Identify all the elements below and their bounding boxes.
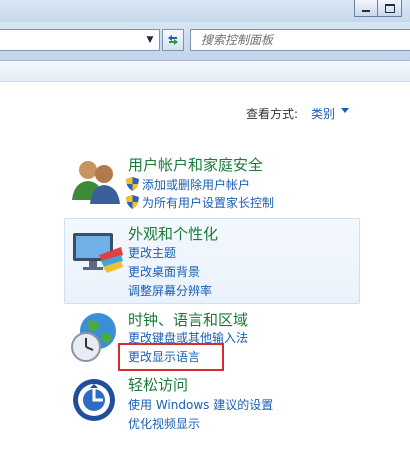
add-remove-users-link[interactable]: 添加或删除用户帐户 [126, 176, 251, 193]
view-by-label: 查看方式: [246, 107, 299, 121]
command-bar [0, 61, 410, 82]
shield-icon [126, 195, 139, 209]
ease-of-access-icon [73, 379, 115, 421]
category-ease-of-access: 轻松访问 使用 Windows 建议的设置 优化视频显示 [64, 372, 360, 438]
parental-controls-link[interactable]: 为所有用户设置家长控制 [126, 194, 275, 211]
users-icon [72, 161, 120, 204]
category-title[interactable]: 外观和个性化 [128, 223, 218, 244]
category-title[interactable]: 用户帐户和家庭安全 [128, 154, 263, 175]
minimize-button[interactable] [354, 0, 378, 17]
windows-settings-link[interactable]: 使用 Windows 建议的设置 [128, 396, 273, 413]
view-by-dropdown[interactable]: 类别 [311, 105, 335, 122]
search-input[interactable]: 搜索控制面板 [190, 29, 410, 51]
link-label: 为所有用户设置家长控制 [142, 196, 275, 210]
refresh-button[interactable] [162, 29, 184, 51]
globe-clock-icon [71, 313, 116, 362]
address-dropdown-icon[interactable]: ▼ [141, 30, 159, 50]
chevron-down-icon[interactable] [341, 108, 349, 113]
category-user-accounts: 用户帐户和家庭安全 添加或删除用户帐户 为所有用户设置家长控制 [64, 150, 360, 216]
category-title[interactable]: 时钟、语言和区域 [128, 309, 248, 330]
window-controls [354, 0, 402, 17]
display-paint-icon [73, 233, 123, 273]
category-title[interactable]: 轻松访问 [128, 374, 188, 395]
shield-icon [126, 177, 139, 191]
address-bar-row: ▼ 搜索控制面板 [0, 22, 410, 61]
refresh-icon [168, 35, 178, 45]
category-appearance: 外观和个性化 更改主题 更改桌面背景 调整屏幕分辨率 [64, 218, 360, 304]
adjust-resolution-link[interactable]: 调整屏幕分辨率 [128, 282, 212, 299]
change-background-link[interactable]: 更改桌面背景 [128, 263, 200, 280]
optimize-display-link[interactable]: 优化视频显示 [128, 415, 200, 432]
window-title-bar [0, 0, 410, 22]
link-label: 添加或删除用户帐户 [142, 178, 251, 192]
maximize-button[interactable] [378, 0, 402, 17]
address-field[interactable] [0, 29, 160, 51]
highlight-box [118, 343, 224, 371]
change-theme-link[interactable]: 更改主题 [128, 244, 176, 261]
